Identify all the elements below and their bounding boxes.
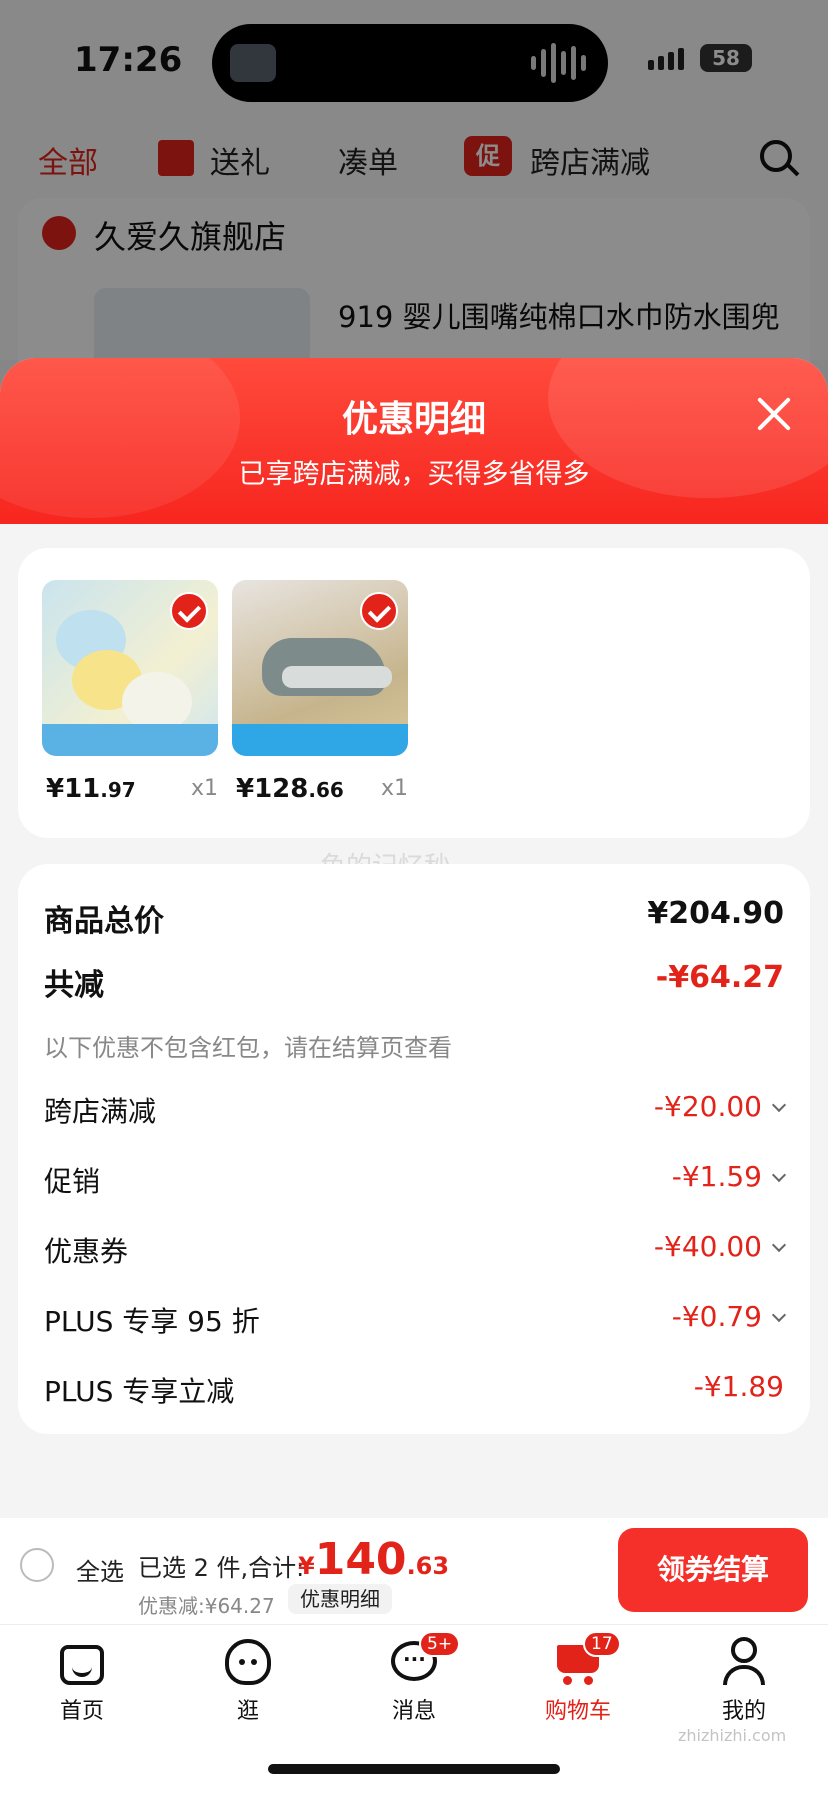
product-quantity: x1: [380, 776, 408, 801]
browse-icon: [223, 1637, 273, 1687]
tab-label: 首页: [59, 1699, 104, 1724]
product-item[interactable]: ¥128.66 x1: [232, 580, 408, 804]
product-item[interactable]: ¥11.97 x1: [42, 580, 218, 804]
total-reduce-label: 共减: [44, 968, 104, 1003]
checkout-bar: 全选 已选 2 件,合计: ¥140.63 优惠减:¥64.27 优惠明细 领券…: [0, 1518, 828, 1624]
home-indicator: [268, 1764, 560, 1774]
product-price: ¥11.97: [46, 774, 136, 804]
discount-label: 促销: [44, 1165, 101, 1198]
discount-value: -¥1.59: [671, 1160, 762, 1193]
cart-icon: 17: [553, 1631, 621, 1687]
tab-label: 我的: [721, 1699, 766, 1724]
tab-home[interactable]: 首页: [22, 1637, 142, 1725]
tab-messages[interactable]: 5+ 消息: [354, 1631, 474, 1725]
sneaker-sole: [282, 666, 392, 688]
discount-label: PLUS 专享 95 折: [44, 1305, 260, 1338]
chevron-down-icon[interactable]: [771, 1097, 787, 1113]
selected-count-text: 已选 2 件,合计:: [138, 1554, 305, 1582]
discount-value: -¥1.89: [693, 1370, 784, 1403]
discount-value: -¥40.00: [653, 1230, 762, 1263]
message-badge: 5+: [419, 1631, 461, 1657]
tab-label: 消息: [391, 1699, 436, 1724]
discount-label: 跨店满减: [44, 1095, 157, 1128]
product-checkbox[interactable]: [170, 592, 208, 630]
total-amount: ¥140.63: [298, 1534, 450, 1585]
product-promo-strip: [232, 724, 408, 756]
sheet-header: 优惠明细 已享跨店满减，买得多省得多: [0, 358, 828, 524]
discount-value: -¥0.79: [671, 1300, 762, 1333]
cart-badge: 17: [583, 1631, 621, 1657]
total-price-value: ¥204.90: [647, 896, 784, 931]
sheet-title: 优惠明细: [341, 399, 486, 440]
discount-value-wrap: -¥20.00: [653, 1090, 787, 1123]
product-promo-strip: [42, 724, 218, 756]
discount-value-wrap: -¥1.59: [671, 1160, 787, 1193]
profile-icon: [719, 1637, 769, 1687]
site-watermark: zhizhizhi.com: [678, 1726, 787, 1745]
discount-label: 优惠券: [44, 1235, 129, 1268]
sheet-subtitle: 已享跨店满减，买得多省得多: [238, 459, 590, 490]
chevron-down-icon[interactable]: [771, 1237, 787, 1253]
tab-label: 购物车: [544, 1699, 611, 1724]
discount-value-wrap: -¥0.79: [671, 1300, 787, 1333]
discount-value-wrap: -¥40.00: [653, 1230, 787, 1263]
discount-summary-card: 商品总价 ¥204.90 共减 -¥64.27 以下优惠不包含红包，请在结算页查…: [18, 864, 810, 1434]
tab-cart[interactable]: 17 购物车: [518, 1631, 638, 1725]
message-icon: 5+: [389, 1631, 461, 1687]
checkout-button[interactable]: 领券结算: [618, 1528, 808, 1612]
product-checkbox[interactable]: [360, 592, 398, 630]
bib-product-image: [42, 580, 218, 756]
chevron-down-icon[interactable]: [771, 1167, 787, 1183]
home-icon: [57, 1637, 107, 1687]
product-price: ¥128.66: [236, 774, 344, 804]
tab-browse[interactable]: 逛: [188, 1637, 308, 1725]
close-icon[interactable]: [752, 392, 796, 436]
total-price-label: 商品总价: [44, 904, 164, 939]
discount-note: 以下优惠不包含红包，请在结算页查看: [44, 1034, 452, 1062]
tab-profile[interactable]: 我的: [684, 1637, 804, 1725]
select-all-checkbox[interactable]: [20, 1548, 54, 1582]
discount-label: PLUS 专享立减: [44, 1375, 235, 1408]
chevron-down-icon[interactable]: [771, 1307, 787, 1323]
discount-detail-sheet: 优惠明细 已享跨店满减，买得多省得多 ¥11.97 x1 ¥128.66 x1 …: [0, 358, 828, 1796]
discount-detail-button[interactable]: 优惠明细: [288, 1584, 392, 1614]
sneaker-product-image: [232, 580, 408, 756]
total-reduce-value: -¥64.27: [655, 960, 784, 995]
selected-products-card: ¥11.97 x1 ¥128.66 x1: [18, 548, 810, 838]
select-all-label[interactable]: 全选: [76, 1552, 124, 1587]
discount-value: -¥20.00: [653, 1090, 762, 1123]
bib-shape: [122, 672, 192, 732]
product-quantity: x1: [190, 776, 218, 801]
discount-amount-note: 优惠减:¥64.27: [138, 1594, 275, 1618]
tab-label: 逛: [236, 1699, 259, 1724]
